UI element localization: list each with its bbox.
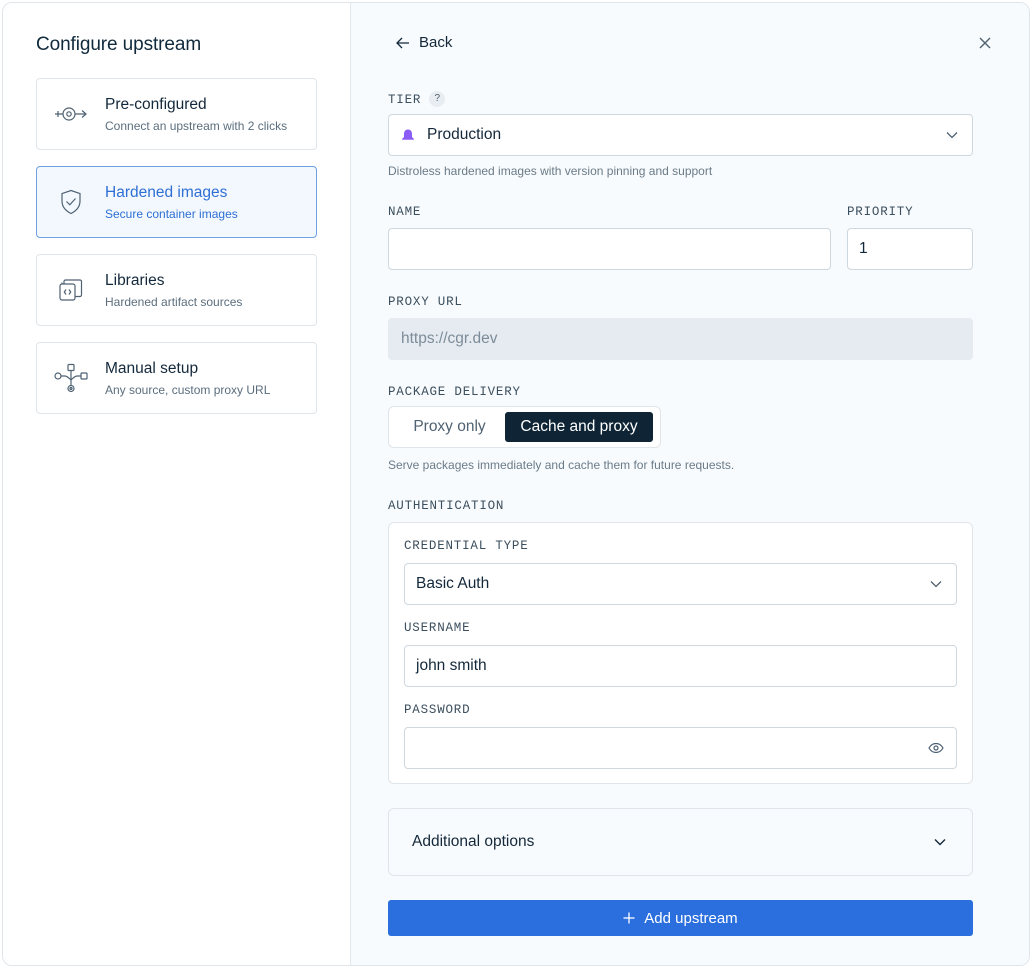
back-label: Back (419, 34, 453, 51)
option-pre-configured[interactable]: Pre-configured Connect an upstream with … (36, 78, 317, 150)
add-upstream-label: Add upstream (644, 909, 738, 927)
option-libraries[interactable]: Libraries Hardened artifact sources (36, 254, 317, 326)
delivery-hint: Serve packages immediately and cache the… (388, 458, 735, 472)
option-manual-setup[interactable]: Manual setup Any source, custom proxy UR… (36, 342, 317, 414)
authentication-label: AUTHENTICATION (388, 499, 505, 513)
password-input[interactable] (404, 727, 957, 769)
package-delivery-toggle: Proxy only Cache and proxy (388, 406, 661, 448)
arrow-left-icon (396, 37, 409, 48)
proxy-url-input: https://cgr.dev (388, 318, 973, 360)
tier-badge-icon (402, 129, 414, 140)
chevron-down-icon (930, 581, 942, 588)
upstream-connect-icon (37, 104, 105, 124)
option-title: Hardened images (105, 183, 228, 201)
sidebar: Configure upstream Pre-configured Connec… (3, 3, 351, 965)
package-delivery-label: PACKAGE DELIVERY (388, 385, 521, 399)
help-icon[interactable]: ? (429, 90, 446, 107)
close-button[interactable] (979, 36, 991, 54)
username-label: USERNAME (404, 621, 471, 635)
credential-type-select[interactable]: Basic Auth (404, 563, 957, 605)
priority-input[interactable]: 1 (847, 228, 973, 270)
name-input[interactable] (388, 228, 831, 270)
eye-icon[interactable] (928, 742, 944, 754)
option-subtitle: Any source, custom proxy URL (105, 382, 271, 397)
tier-value: Production (427, 126, 502, 143)
additional-options-toggle[interactable]: Additional options (388, 808, 973, 876)
proxy-url-label: PROXY URL (388, 295, 463, 309)
credential-type-value: Basic Auth (416, 575, 490, 592)
library-stack-icon (37, 277, 105, 303)
upstream-form-panel: Back TIER? Production Distroless hardene… (351, 3, 1029, 965)
dialog-title: Configure upstream (36, 34, 202, 55)
tier-label: TIER (388, 93, 422, 107)
delivery-option-cache-and-proxy[interactable]: Cache and proxy (505, 412, 653, 442)
password-label: PASSWORD (404, 703, 471, 717)
option-hardened-images[interactable]: Hardened images Secure container images (36, 166, 317, 238)
option-title: Pre-configured (105, 95, 207, 113)
chevron-down-icon (946, 132, 958, 139)
option-title: Manual setup (105, 359, 199, 377)
tier-label-row: TIER? (388, 90, 446, 108)
authentication-section: CREDENTIAL TYPE Basic Auth USERNAME john… (388, 522, 973, 784)
configure-upstream-dialog: Configure upstream Pre-configured Connec… (2, 2, 1030, 966)
option-title: Libraries (105, 271, 165, 289)
shield-check-icon (37, 189, 105, 215)
back-button[interactable]: Back (396, 34, 452, 51)
tier-select[interactable]: Production (388, 114, 973, 156)
additional-options-label: Additional options (412, 833, 535, 850)
add-upstream-button[interactable]: Add upstream (388, 900, 973, 936)
option-subtitle: Secure container images (105, 206, 238, 221)
priority-label: PRIORITY (847, 205, 914, 219)
username-input[interactable]: john smith (404, 645, 957, 687)
delivery-option-proxy-only[interactable]: Proxy only (394, 412, 505, 442)
branch-flow-icon (37, 363, 105, 393)
tier-hint: Distroless hardened images with version … (388, 164, 713, 178)
close-icon (979, 37, 991, 49)
credential-type-label: CREDENTIAL TYPE (404, 539, 529, 553)
name-label: NAME (388, 205, 422, 219)
option-subtitle: Connect an upstream with 2 clicks (105, 118, 288, 133)
option-subtitle: Hardened artifact sources (105, 294, 243, 309)
chevron-down-icon (934, 839, 946, 846)
plus-icon (623, 912, 635, 924)
